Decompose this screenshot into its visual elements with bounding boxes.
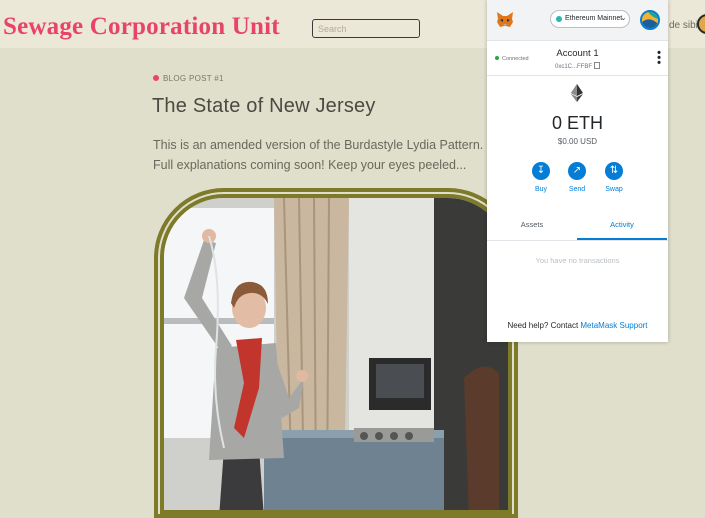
post-category: Blog Post #1: [153, 74, 224, 83]
send-label: Send: [568, 186, 586, 193]
swap-icon: ⇅: [605, 162, 623, 180]
account-row: Connected Account 1 0xc1C...FFBF • • •: [487, 41, 668, 76]
network-label: Ethereum Mainnet: [565, 15, 623, 22]
usd-balance: $0.00 USD: [557, 137, 598, 146]
account-name[interactable]: Account 1: [487, 48, 668, 59]
network-select[interactable]: Ethereum Mainnet ⌄: [550, 10, 630, 28]
download-icon: ↧: [532, 162, 550, 180]
search-input[interactable]: [312, 19, 420, 38]
avatar[interactable]: [697, 14, 705, 34]
send-button[interactable]: ↗ Send: [562, 162, 592, 193]
account-address-text: 0xc1C...FFBF: [554, 64, 592, 70]
swap-label: Swap: [605, 186, 623, 193]
nav-link-peek[interactable]: de sibi: [669, 20, 698, 31]
post-title[interactable]: The State of New Jersey: [152, 95, 376, 118]
chevron-down-icon: ⌄: [620, 13, 627, 22]
buy-button[interactable]: ↧ Buy: [526, 162, 556, 193]
tab-assets[interactable]: Assets: [487, 212, 577, 240]
post-excerpt: This is an amended version of the Burdas…: [153, 138, 484, 172]
help-prefix: Need help? Contact: [507, 321, 581, 330]
metamask-popup: Ethereum Mainnet ⌄ Connected Account 1 0…: [487, 0, 668, 342]
support-link[interactable]: MetaMask Support: [580, 321, 647, 330]
metamask-header: Ethereum Mainnet ⌄: [487, 0, 668, 41]
account-address[interactable]: 0xc1C...FFBF: [487, 62, 668, 70]
kebab-menu-icon[interactable]: • • •: [655, 48, 663, 69]
ethereum-icon: [571, 84, 583, 102]
category-dot-icon: [153, 75, 159, 81]
eth-balance: 0 ETH: [551, 113, 603, 133]
swap-button[interactable]: ⇅ Swap: [599, 162, 629, 193]
post-image[interactable]: [160, 194, 512, 514]
send-arrow-icon: ↗: [568, 162, 586, 180]
help-text: Need help? Contact MetaMask Support: [487, 321, 668, 330]
post-category-label: Blog Post #1: [163, 74, 224, 83]
buy-label: Buy: [534, 186, 548, 193]
network-status-icon: [556, 16, 562, 22]
copy-icon[interactable]: [594, 62, 600, 69]
fox-icon[interactable]: [495, 10, 515, 30]
site-title[interactable]: Sewage Corporation Unit: [3, 13, 280, 41]
account-identicon: [642, 12, 658, 28]
tab-activity[interactable]: Activity: [577, 212, 667, 240]
wallet-tabs: Assets Activity: [487, 212, 668, 241]
account-avatar[interactable]: [640, 10, 660, 30]
photo-illustration: [164, 198, 508, 510]
empty-transactions: You have no transactions: [535, 256, 620, 265]
